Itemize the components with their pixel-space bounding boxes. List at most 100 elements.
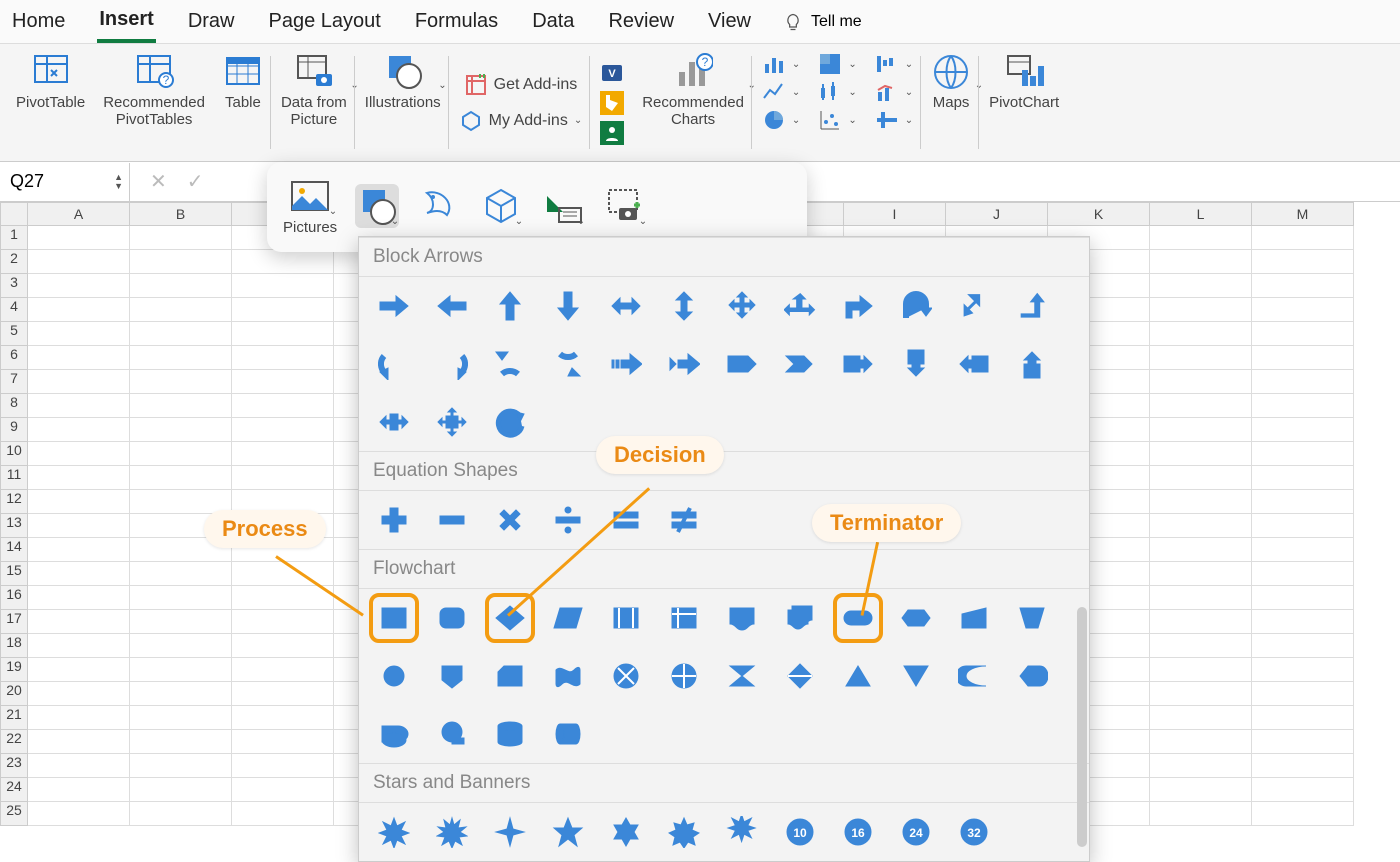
flowchart-manual-input-shape[interactable]: [957, 601, 991, 635]
cell[interactable]: [1150, 538, 1252, 562]
cell[interactable]: [1150, 730, 1252, 754]
row-header[interactable]: 25: [0, 802, 28, 826]
12-point-star-shape[interactable]: 16: [841, 815, 875, 849]
cell[interactable]: [1252, 562, 1354, 586]
flowchart-magnetic-disk-shape[interactable]: [493, 717, 527, 751]
pie-chart-button[interactable]: ⌄: [762, 108, 800, 132]
cell[interactable]: [28, 754, 130, 778]
row-header[interactable]: 17: [0, 610, 28, 634]
right-arrow-shape[interactable]: [377, 289, 411, 323]
flowchart-data-shape[interactable]: [551, 601, 585, 635]
cell[interactable]: [1150, 250, 1252, 274]
cell[interactable]: [130, 394, 232, 418]
column-header[interactable]: M: [1252, 202, 1354, 226]
cell[interactable]: [28, 682, 130, 706]
cell[interactable]: [1252, 754, 1354, 778]
cell[interactable]: [28, 562, 130, 586]
recommended-charts-button[interactable]: ? ⌄ Recommended Charts: [642, 52, 744, 128]
curved-up-arrow-shape[interactable]: [493, 347, 527, 381]
flowchart-predefined-process-shape[interactable]: [609, 601, 643, 635]
cell[interactable]: [28, 298, 130, 322]
cell[interactable]: [232, 754, 334, 778]
flowchart-or-shape[interactable]: [667, 659, 701, 693]
cell[interactable]: [28, 466, 130, 490]
cell[interactable]: [1150, 610, 1252, 634]
cell[interactable]: [28, 658, 130, 682]
row-header[interactable]: 14: [0, 538, 28, 562]
cell[interactable]: [1150, 226, 1252, 250]
cell[interactable]: [130, 682, 232, 706]
cell[interactable]: [232, 346, 334, 370]
cell[interactable]: [28, 586, 130, 610]
enter-formula-icon[interactable]: ✓: [187, 169, 204, 194]
cell[interactable]: [232, 466, 334, 490]
flowchart-display-shape[interactable]: [1015, 659, 1049, 693]
cell[interactable]: [130, 250, 232, 274]
line-chart-button[interactable]: ⌄: [762, 80, 800, 104]
column-header[interactable]: I: [844, 202, 946, 226]
row-header[interactable]: 10: [0, 442, 28, 466]
pentagon-arrow-shape[interactable]: [725, 347, 759, 381]
cell[interactable]: [232, 250, 334, 274]
cell[interactable]: [1150, 778, 1252, 802]
cell[interactable]: [1252, 226, 1354, 250]
cell[interactable]: [1150, 418, 1252, 442]
row-header[interactable]: 9: [0, 418, 28, 442]
left-arrow-shape[interactable]: [435, 289, 469, 323]
cell[interactable]: [130, 418, 232, 442]
32-point-star-shape[interactable]: 32: [957, 815, 991, 849]
cell[interactable]: [1150, 682, 1252, 706]
tab-draw[interactable]: Draw: [186, 2, 237, 41]
cell[interactable]: [1252, 442, 1354, 466]
5-point-star-shape[interactable]: [551, 815, 585, 849]
column-header[interactable]: J: [946, 202, 1048, 226]
illustrations-button[interactable]: ⌄ Illustrations: [365, 52, 441, 111]
plus-shape[interactable]: [377, 503, 411, 537]
cell[interactable]: [232, 586, 334, 610]
cell[interactable]: [1252, 322, 1354, 346]
row-header[interactable]: 3: [0, 274, 28, 298]
select-all-corner[interactable]: [0, 202, 28, 226]
flowchart-direct-access-storage-shape[interactable]: [551, 717, 585, 751]
left-up-arrow-shape[interactable]: [957, 289, 991, 323]
combo-chart-button[interactable]: ⌄: [875, 80, 913, 104]
tab-view[interactable]: View: [706, 2, 753, 41]
cell[interactable]: [1150, 658, 1252, 682]
cell[interactable]: [1150, 274, 1252, 298]
cell[interactable]: [1252, 346, 1354, 370]
maps-button[interactable]: ⌄ Maps: [931, 52, 971, 111]
cell[interactable]: [130, 706, 232, 730]
pivottable-button[interactable]: PivotTable: [16, 52, 85, 111]
cell[interactable]: [130, 322, 232, 346]
row-header[interactable]: 12: [0, 490, 28, 514]
cell[interactable]: [28, 706, 130, 730]
minus-shape[interactable]: [435, 503, 469, 537]
row-header[interactable]: 4: [0, 298, 28, 322]
bing-maps-icon[interactable]: [600, 91, 624, 115]
cell[interactable]: [28, 802, 130, 826]
up-down-arrow-shape[interactable]: [667, 289, 701, 323]
cell[interactable]: [232, 370, 334, 394]
cell[interactable]: [1252, 514, 1354, 538]
explosion1-shape[interactable]: [377, 815, 411, 849]
flowchart-alternate-process-shape[interactable]: [435, 601, 469, 635]
cell[interactable]: [130, 346, 232, 370]
left-right-arrow-callout-shape[interactable]: [377, 405, 411, 439]
pictures-button[interactable]: ⌄ Pictures: [283, 174, 337, 236]
explosion2-shape[interactable]: [435, 815, 469, 849]
cell[interactable]: [1252, 490, 1354, 514]
cell[interactable]: [1150, 394, 1252, 418]
icons-button[interactable]: [417, 183, 461, 227]
bent-up-arrow-shape[interactable]: [1015, 289, 1049, 323]
cell[interactable]: [1150, 322, 1252, 346]
flowchart-card-shape[interactable]: [493, 659, 527, 693]
cell[interactable]: [130, 298, 232, 322]
cell[interactable]: [130, 658, 232, 682]
row-header[interactable]: 1: [0, 226, 28, 250]
cell[interactable]: [28, 610, 130, 634]
cell[interactable]: [232, 298, 334, 322]
cell[interactable]: [28, 418, 130, 442]
waterfall-chart-button[interactable]: ⌄: [875, 52, 913, 76]
recommended-pivottables-button[interactable]: ? Recommended PivotTables: [103, 52, 205, 128]
left-right-arrow-shape[interactable]: [609, 289, 643, 323]
